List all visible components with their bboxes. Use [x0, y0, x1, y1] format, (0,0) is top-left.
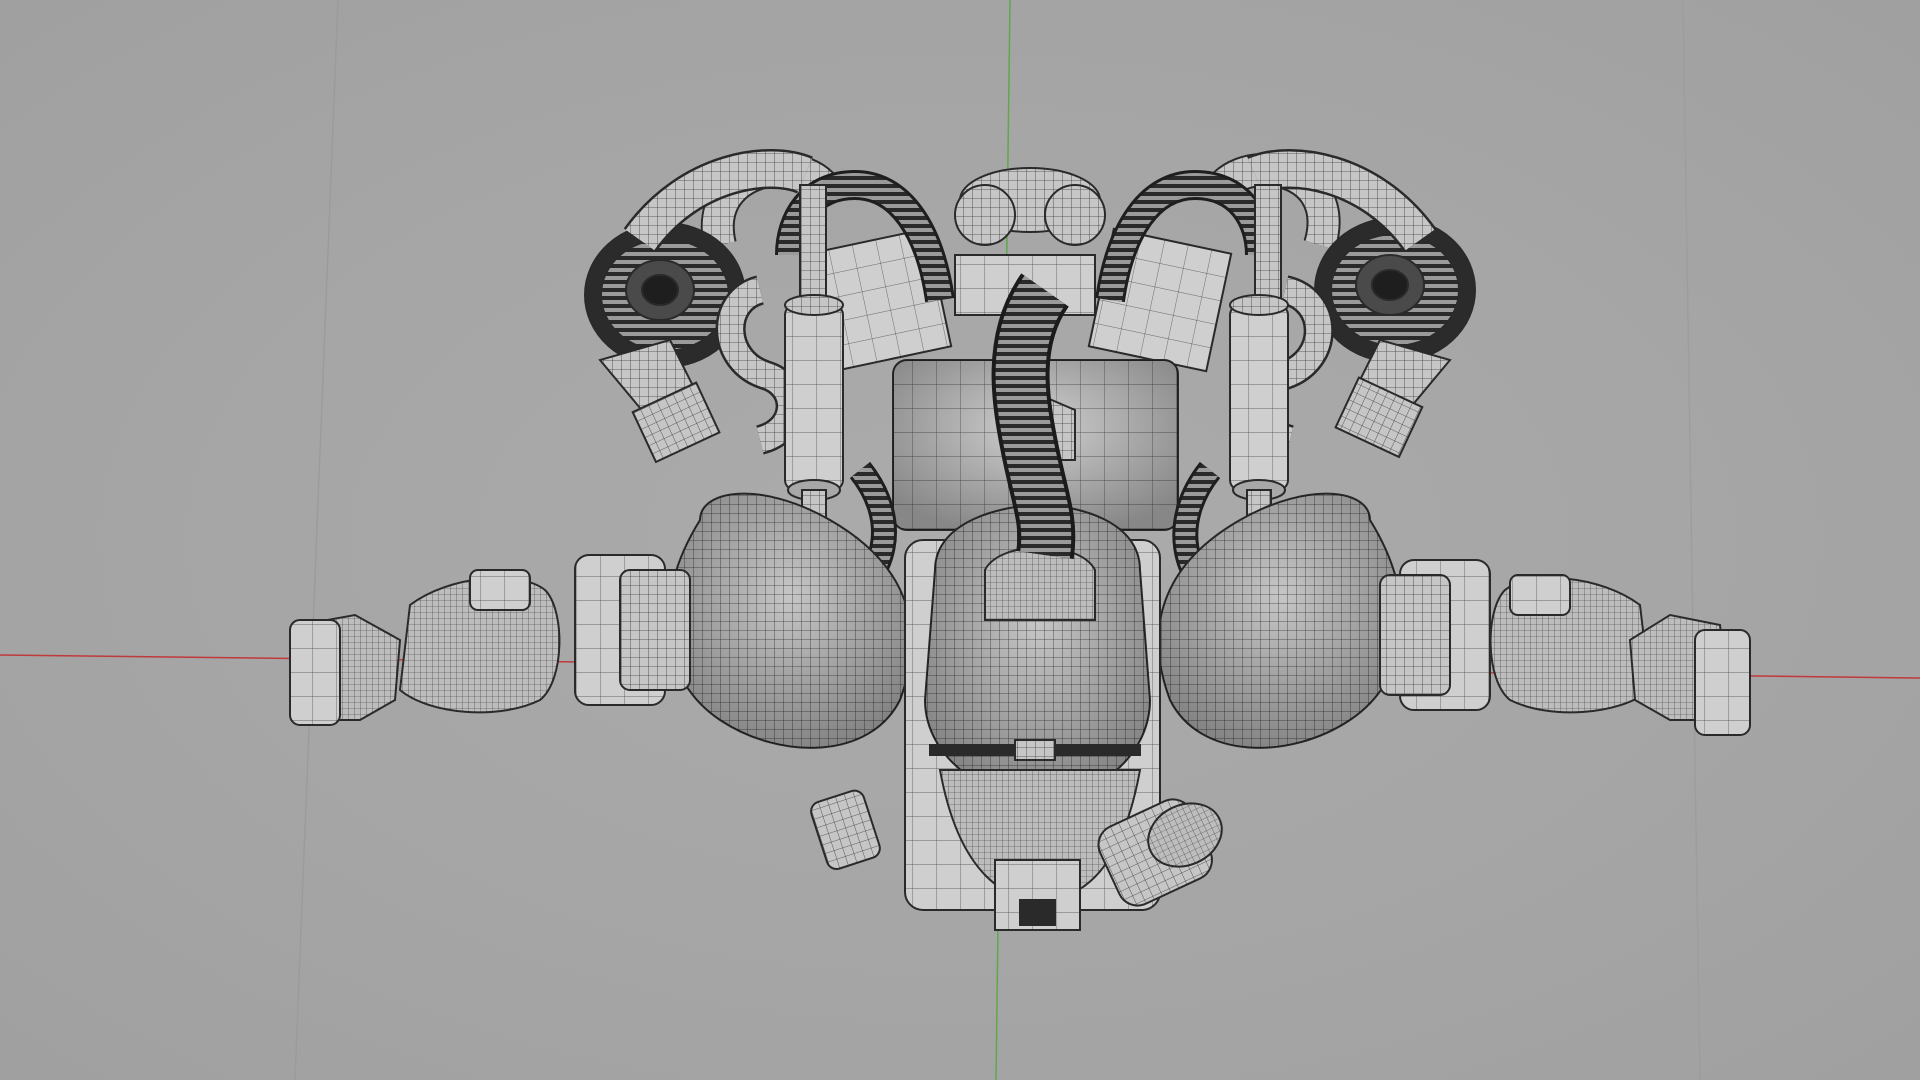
- right-turbine: [1314, 217, 1476, 459]
- 3d-viewport[interactable]: [0, 0, 1920, 1080]
- right-piston: [1229, 184, 1289, 531]
- central-breathing-hose: [991, 273, 1076, 560]
- mech-model[interactable]: [289, 149, 1751, 931]
- right-shoulder: [1157, 492, 1491, 749]
- left-shoulder: [574, 492, 913, 749]
- right-arm: [1489, 574, 1751, 736]
- left-arm: [289, 569, 561, 726]
- viewport-canvas[interactable]: [0, 0, 1920, 1080]
